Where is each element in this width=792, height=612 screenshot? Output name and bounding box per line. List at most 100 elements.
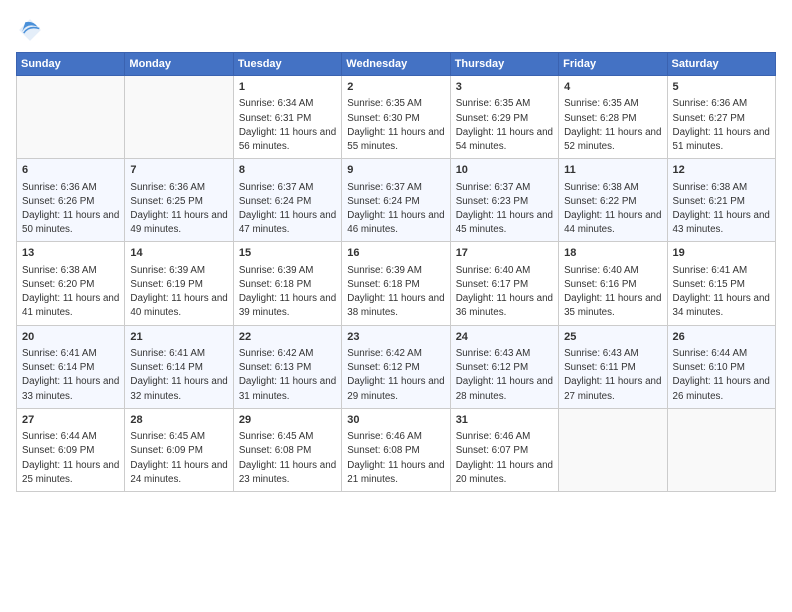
week-row-1: 1 Sunrise: 6:34 AM Sunset: 6:31 PM Daylig… (17, 76, 776, 159)
day-number: 25 (564, 330, 661, 345)
calendar-cell: 1 Sunrise: 6:34 AM Sunset: 6:31 PM Daylig… (233, 76, 341, 159)
day-info: Sunrise: 6:35 AM Sunset: 6:28 PM Dayligh… (564, 97, 661, 154)
day-info: Sunrise: 6:35 AM Sunset: 6:30 PM Dayligh… (347, 97, 444, 154)
day-info: Sunrise: 6:40 AM Sunset: 6:17 PM Dayligh… (456, 264, 553, 321)
calendar-cell: 6Sunrise: 6:36 AM Sunset: 6:26 PM Daylig… (17, 159, 125, 242)
day-info: Sunrise: 6:36 AM Sunset: 6:27 PM Dayligh… (673, 97, 770, 154)
day-number: 24 (456, 330, 553, 345)
day-info: Sunrise: 6:43 AM Sunset: 6:12 PM Dayligh… (456, 347, 553, 404)
day-number: 21 (130, 330, 227, 345)
day-info: Sunrise: 6:37 AM Sunset: 6:23 PM Dayligh… (456, 181, 553, 238)
calendar-cell (125, 76, 233, 159)
day-info: Sunrise: 6:44 AM Sunset: 6:09 PM Dayligh… (22, 430, 119, 487)
logo (16, 16, 48, 44)
calendar-cell: 2 Sunrise: 6:35 AM Sunset: 6:30 PM Daylig… (342, 76, 450, 159)
calendar-cell: 25 Sunrise: 6:43 AM Sunset: 6:11 PM Dayli… (559, 325, 667, 408)
day-number: 10 (456, 163, 553, 178)
page-header (16, 16, 776, 44)
calendar-cell: 8 Sunrise: 6:37 AM Sunset: 6:24 PM Daylig… (233, 159, 341, 242)
day-info: Sunrise: 6:43 AM Sunset: 6:11 PM Dayligh… (564, 347, 661, 404)
day-info: Sunrise: 6:46 AM Sunset: 6:08 PM Dayligh… (347, 430, 444, 487)
week-row-3: 13 Sunrise: 6:38 AM Sunset: 6:20 PM Dayli… (17, 242, 776, 325)
day-info: Sunrise: 6:45 AM Sunset: 6:09 PM Dayligh… (130, 430, 227, 487)
day-number: 8 (239, 163, 336, 178)
day-number: 15 (239, 246, 336, 261)
calendar-cell: 21 Sunrise: 6:41 AM Sunset: 6:14 PM Dayli… (125, 325, 233, 408)
day-info: Sunrise: 6:39 AM Sunset: 6:19 PM Dayligh… (130, 264, 227, 321)
calendar-cell: 7 Sunrise: 6:36 AM Sunset: 6:25 PM Daylig… (125, 159, 233, 242)
calendar-cell: 9 Sunrise: 6:37 AM Sunset: 6:24 PM Daylig… (342, 159, 450, 242)
day-number: 14 (130, 246, 227, 261)
day-number: 19 (673, 246, 770, 261)
day-info: Sunrise: 6:46 AM Sunset: 6:07 PM Dayligh… (456, 430, 553, 487)
day-info: Sunrise: 6:40 AM Sunset: 6:16 PM Dayligh… (564, 264, 661, 321)
calendar-cell: 5 Sunrise: 6:36 AM Sunset: 6:27 PM Daylig… (667, 76, 775, 159)
day-number: 2 (347, 80, 444, 95)
day-info: Sunrise: 6:44 AM Sunset: 6:10 PM Dayligh… (673, 347, 770, 404)
calendar-cell: 14 Sunrise: 6:39 AM Sunset: 6:19 PM Dayli… (125, 242, 233, 325)
week-row-2: 6Sunrise: 6:36 AM Sunset: 6:26 PM Daylig… (17, 159, 776, 242)
day-number: 20 (22, 330, 119, 345)
calendar-cell: 24 Sunrise: 6:43 AM Sunset: 6:12 PM Dayli… (450, 325, 558, 408)
day-number: 30 (347, 413, 444, 428)
day-info: Sunrise: 6:41 AM Sunset: 6:15 PM Dayligh… (673, 264, 770, 321)
day-info: Sunrise: 6:38 AM Sunset: 6:20 PM Dayligh… (22, 264, 119, 321)
day-info: Sunrise: 6:42 AM Sunset: 6:12 PM Dayligh… (347, 347, 444, 404)
calendar-cell: 15 Sunrise: 6:39 AM Sunset: 6:18 PM Dayli… (233, 242, 341, 325)
day-info: Sunrise: 6:38 AM Sunset: 6:22 PM Dayligh… (564, 181, 661, 238)
week-row-4: 20 Sunrise: 6:41 AM Sunset: 6:14 PM Dayli… (17, 325, 776, 408)
weekday-header-thursday: Thursday (450, 53, 558, 76)
weekday-header-row: SundayMondayTuesdayWednesdayThursdayFrid… (17, 53, 776, 76)
day-number: 9 (347, 163, 444, 178)
day-info: Sunrise: 6:41 AM Sunset: 6:14 PM Dayligh… (22, 347, 119, 404)
calendar-cell: 10 Sunrise: 6:37 AM Sunset: 6:23 PM Dayli… (450, 159, 558, 242)
day-number: 13 (22, 246, 119, 261)
calendar-cell (559, 408, 667, 491)
day-number: 1 (239, 80, 336, 95)
calendar-cell: 11Sunrise: 6:38 AM Sunset: 6:22 PM Dayli… (559, 159, 667, 242)
calendar-cell: 17 Sunrise: 6:40 AM Sunset: 6:17 PM Dayli… (450, 242, 558, 325)
calendar-cell: 3 Sunrise: 6:35 AM Sunset: 6:29 PM Daylig… (450, 76, 558, 159)
day-number: 29 (239, 413, 336, 428)
day-number: 4 (564, 80, 661, 95)
calendar-cell: 4 Sunrise: 6:35 AM Sunset: 6:28 PM Daylig… (559, 76, 667, 159)
day-number: 16 (347, 246, 444, 261)
day-number: 3 (456, 80, 553, 95)
day-info: Sunrise: 6:34 AM Sunset: 6:31 PM Dayligh… (239, 97, 336, 154)
day-number: 22 (239, 330, 336, 345)
calendar-cell: 27 Sunrise: 6:44 AM Sunset: 6:09 PM Dayli… (17, 408, 125, 491)
day-number: 12 (673, 163, 770, 178)
day-info: Sunrise: 6:41 AM Sunset: 6:14 PM Dayligh… (130, 347, 227, 404)
calendar-cell: 13 Sunrise: 6:38 AM Sunset: 6:20 PM Dayli… (17, 242, 125, 325)
day-info: Sunrise: 6:38 AM Sunset: 6:21 PM Dayligh… (673, 181, 770, 238)
day-info: Sunrise: 6:37 AM Sunset: 6:24 PM Dayligh… (239, 181, 336, 238)
day-number: 17 (456, 246, 553, 261)
calendar-cell (17, 76, 125, 159)
day-info: Sunrise: 6:39 AM Sunset: 6:18 PM Dayligh… (239, 264, 336, 321)
logo-icon (16, 16, 44, 44)
calendar-cell: 26Sunrise: 6:44 AM Sunset: 6:10 PM Dayli… (667, 325, 775, 408)
day-number: 23 (347, 330, 444, 345)
calendar-cell: 16 Sunrise: 6:39 AM Sunset: 6:18 PM Dayli… (342, 242, 450, 325)
calendar-cell: 18Sunrise: 6:40 AM Sunset: 6:16 PM Dayli… (559, 242, 667, 325)
day-number: 27 (22, 413, 119, 428)
day-info: Sunrise: 6:36 AM Sunset: 6:25 PM Dayligh… (130, 181, 227, 238)
weekday-header-tuesday: Tuesday (233, 53, 341, 76)
weekday-header-wednesday: Wednesday (342, 53, 450, 76)
calendar-cell: 30 Sunrise: 6:46 AM Sunset: 6:08 PM Dayli… (342, 408, 450, 491)
calendar-cell (667, 408, 775, 491)
day-info: Sunrise: 6:37 AM Sunset: 6:24 PM Dayligh… (347, 181, 444, 238)
day-number: 5 (673, 80, 770, 95)
calendar-cell: 22Sunrise: 6:42 AM Sunset: 6:13 PM Dayli… (233, 325, 341, 408)
day-info: Sunrise: 6:45 AM Sunset: 6:08 PM Dayligh… (239, 430, 336, 487)
day-info: Sunrise: 6:39 AM Sunset: 6:18 PM Dayligh… (347, 264, 444, 321)
calendar-cell: 19 Sunrise: 6:41 AM Sunset: 6:15 PM Dayli… (667, 242, 775, 325)
weekday-header-saturday: Saturday (667, 53, 775, 76)
calendar-cell: 12 Sunrise: 6:38 AM Sunset: 6:21 PM Dayli… (667, 159, 775, 242)
day-number: 31 (456, 413, 553, 428)
weekday-header-sunday: Sunday (17, 53, 125, 76)
weekday-header-friday: Friday (559, 53, 667, 76)
day-info: Sunrise: 6:35 AM Sunset: 6:29 PM Dayligh… (456, 97, 553, 154)
week-row-5: 27 Sunrise: 6:44 AM Sunset: 6:09 PM Dayli… (17, 408, 776, 491)
day-number: 7 (130, 163, 227, 178)
